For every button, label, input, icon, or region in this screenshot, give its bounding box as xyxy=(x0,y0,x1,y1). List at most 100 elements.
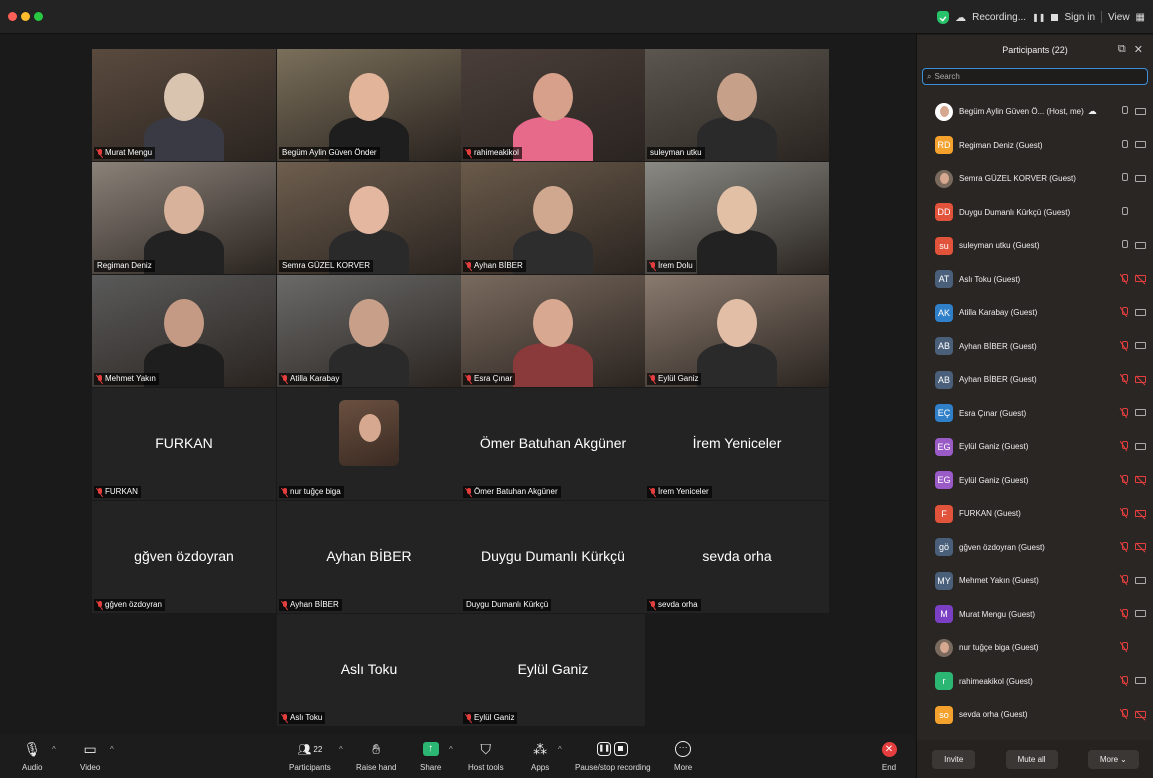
share-options-chevron-icon[interactable]: ^ xyxy=(449,745,453,754)
mic-muted-icon[interactable] xyxy=(1121,374,1128,384)
participants-button[interactable]: 👥︎ 22 Participants xyxy=(289,740,331,773)
raise-hand-button[interactable]: ✋︎ Raise hand xyxy=(356,740,396,773)
participant-row[interactable]: Begüm Aylin Güven Ö... (Host, me) ☁ xyxy=(917,95,1153,129)
participant-tile[interactable]: suleyman utku xyxy=(645,49,829,161)
close-icon[interactable]: ✕ xyxy=(1134,43,1143,56)
camera-icon[interactable] xyxy=(1135,241,1146,249)
microphone-icon[interactable] xyxy=(1121,240,1128,250)
participant-row[interactable]: su suleyman utku (Guest) xyxy=(917,229,1153,263)
camera-icon[interactable] xyxy=(1135,141,1146,148)
microphone-icon[interactable] xyxy=(1121,106,1128,116)
mic-muted-icon[interactable] xyxy=(1121,508,1128,518)
participant-row[interactable]: r rahimeakikol (Guest) xyxy=(917,665,1153,699)
camera-icon[interactable] xyxy=(1135,308,1146,316)
participant-tile[interactable]: Duygu Dumanlı Kürkçü Duygu Dumanlı Kürkçü xyxy=(461,501,645,613)
camera-icon[interactable] xyxy=(1135,174,1146,182)
participant-row[interactable]: DD Duygu Dumanlı Kürkçü (Guest) xyxy=(917,196,1153,230)
participant-row[interactable]: EG Eylül Ganiz (Guest) xyxy=(917,464,1153,498)
participant-row[interactable]: EÇ Esra Çınar (Guest) xyxy=(917,397,1153,431)
mic-muted-icon[interactable] xyxy=(1121,340,1128,351)
camera-off-icon[interactable] xyxy=(1135,543,1146,550)
participant-row[interactable]: MY Mehmet Yakın (Guest) xyxy=(917,564,1153,598)
participant-tile[interactable]: Murat Mengu xyxy=(92,49,276,161)
participant-tile[interactable]: Mehmet Yakın xyxy=(92,275,276,387)
camera-icon[interactable] xyxy=(1135,576,1146,584)
mic-muted-icon[interactable] xyxy=(1121,407,1128,418)
more-options-button[interactable]: More ⌄ xyxy=(1087,749,1139,769)
participant-row[interactable]: Semra GÜZEL KORVER (Guest) xyxy=(917,162,1153,196)
participant-row[interactable]: EG Eylül Ganiz (Guest) xyxy=(917,430,1153,464)
participant-tile[interactable]: Ayhan BİBER Ayhan BİBER xyxy=(277,501,461,613)
security-shield-icon[interactable] xyxy=(937,10,950,24)
camera-icon[interactable] xyxy=(1135,442,1146,450)
participant-tile[interactable]: gğven özdoyran gğven özdoyran xyxy=(92,501,276,613)
sign-in-link[interactable]: Sign in xyxy=(1064,12,1095,23)
participant-tile[interactable]: İrem Yeniceler İrem Yeniceler xyxy=(645,388,829,500)
end-meeting-button[interactable]: ✕ End xyxy=(880,740,898,772)
mic-muted-icon[interactable] xyxy=(1121,575,1128,585)
camera-icon[interactable] xyxy=(1135,610,1146,617)
pause-stop-recording-button[interactable]: ❚❚ Pause/stop recording xyxy=(575,740,651,772)
participant-tile[interactable]: Ayhan BİBER xyxy=(461,162,645,274)
mute-all-button[interactable]: Mute all xyxy=(1005,749,1058,769)
participant-row[interactable]: so sevda orha (Guest) xyxy=(917,698,1153,732)
mic-muted-icon[interactable] xyxy=(1121,474,1128,485)
participant-row[interactable]: AB Ayhan BİBER (Guest) xyxy=(917,363,1153,397)
mic-muted-icon[interactable] xyxy=(1121,541,1128,552)
camera-off-icon[interactable] xyxy=(1135,509,1146,517)
participant-row[interactable]: F FURKAN (Guest) xyxy=(917,497,1153,531)
zoom-window-button[interactable] xyxy=(34,12,43,21)
participant-tile[interactable]: Ömer Batuhan Akgüner Ömer Batuhan Akgüner xyxy=(461,388,645,500)
mic-muted-icon[interactable] xyxy=(1121,307,1128,317)
participant-tile[interactable]: Begüm Aylin Güven Önder xyxy=(277,49,461,161)
mic-muted-icon[interactable] xyxy=(1121,709,1128,719)
participant-tile[interactable]: Atilla Karabay xyxy=(277,275,461,387)
participant-row[interactable]: AB Ayhan BİBER (Guest) xyxy=(917,330,1153,364)
search-input[interactable]: ⌕ Search xyxy=(922,68,1148,85)
camera-off-icon[interactable] xyxy=(1135,275,1146,282)
microphone-icon[interactable] xyxy=(1121,206,1128,217)
camera-off-icon[interactable] xyxy=(1135,476,1146,483)
mic-muted-icon[interactable] xyxy=(1121,273,1128,284)
audio-options-chevron-icon[interactable]: ^ xyxy=(52,745,56,754)
share-button[interactable]: ↑ Share xyxy=(420,740,441,772)
participant-row[interactable]: gö gğven özdoyran (Guest) xyxy=(917,531,1153,565)
camera-icon[interactable] xyxy=(1135,677,1146,684)
camera-off-icon[interactable] xyxy=(1135,710,1146,718)
camera-off-icon[interactable] xyxy=(1135,375,1146,383)
participant-row[interactable]: AT Aslı Toku (Guest) xyxy=(917,263,1153,297)
participant-tile[interactable]: Semra GÜZEL KORVER xyxy=(277,162,461,274)
participant-tile[interactable]: rahimeakikol xyxy=(461,49,645,161)
host-tools-button[interactable]: ⛉ Host tools xyxy=(468,740,504,773)
mic-muted-icon[interactable] xyxy=(1121,675,1128,686)
close-window-button[interactable] xyxy=(8,12,17,21)
microphone-icon[interactable] xyxy=(1121,139,1128,150)
stop-icon[interactable] xyxy=(1051,13,1059,21)
more-button[interactable]: ··· More xyxy=(674,740,692,772)
camera-icon[interactable] xyxy=(1135,342,1146,349)
participant-tile[interactable]: Eylül Ganiz Eylül Ganiz xyxy=(461,614,645,726)
participant-tile[interactable]: Esra Çınar xyxy=(461,275,645,387)
participant-tile[interactable]: sevda orha sevda orha xyxy=(645,501,829,613)
participant-row[interactable]: RD Regiman Deniz (Guest) xyxy=(917,129,1153,163)
mic-muted-icon[interactable] xyxy=(1121,608,1128,619)
minimize-window-button[interactable] xyxy=(21,12,30,21)
participant-tile[interactable]: Regiman Deniz xyxy=(92,162,276,274)
grid-icon[interactable]: ▦ xyxy=(1136,12,1145,23)
participant-tile[interactable]: İrem Dolu xyxy=(645,162,829,274)
audio-button[interactable]: 🎙︎ Audio xyxy=(22,740,42,773)
camera-icon[interactable] xyxy=(1135,107,1146,115)
view-button[interactable]: View xyxy=(1108,12,1130,23)
mic-muted-icon[interactable] xyxy=(1121,642,1128,652)
apps-options-chevron-icon[interactable]: ^ xyxy=(558,745,562,754)
participant-row[interactable]: M Murat Mengu (Guest) xyxy=(917,598,1153,632)
recording-status[interactable]: Recording... xyxy=(972,12,1026,23)
participants-options-chevron-icon[interactable]: ^ xyxy=(339,745,343,754)
invite-button[interactable]: Invite xyxy=(932,749,976,769)
apps-button[interactable]: ⁂ Apps xyxy=(531,740,549,773)
participant-tile[interactable]: FURKAN FURKAN xyxy=(92,388,276,500)
participant-tile[interactable]: Eylül Ganiz xyxy=(645,275,829,387)
pause-icon[interactable]: ❚❚ xyxy=(1032,13,1045,22)
participant-tile[interactable]: nur tuğçe biga xyxy=(277,388,461,500)
mic-muted-icon[interactable] xyxy=(1121,441,1128,451)
